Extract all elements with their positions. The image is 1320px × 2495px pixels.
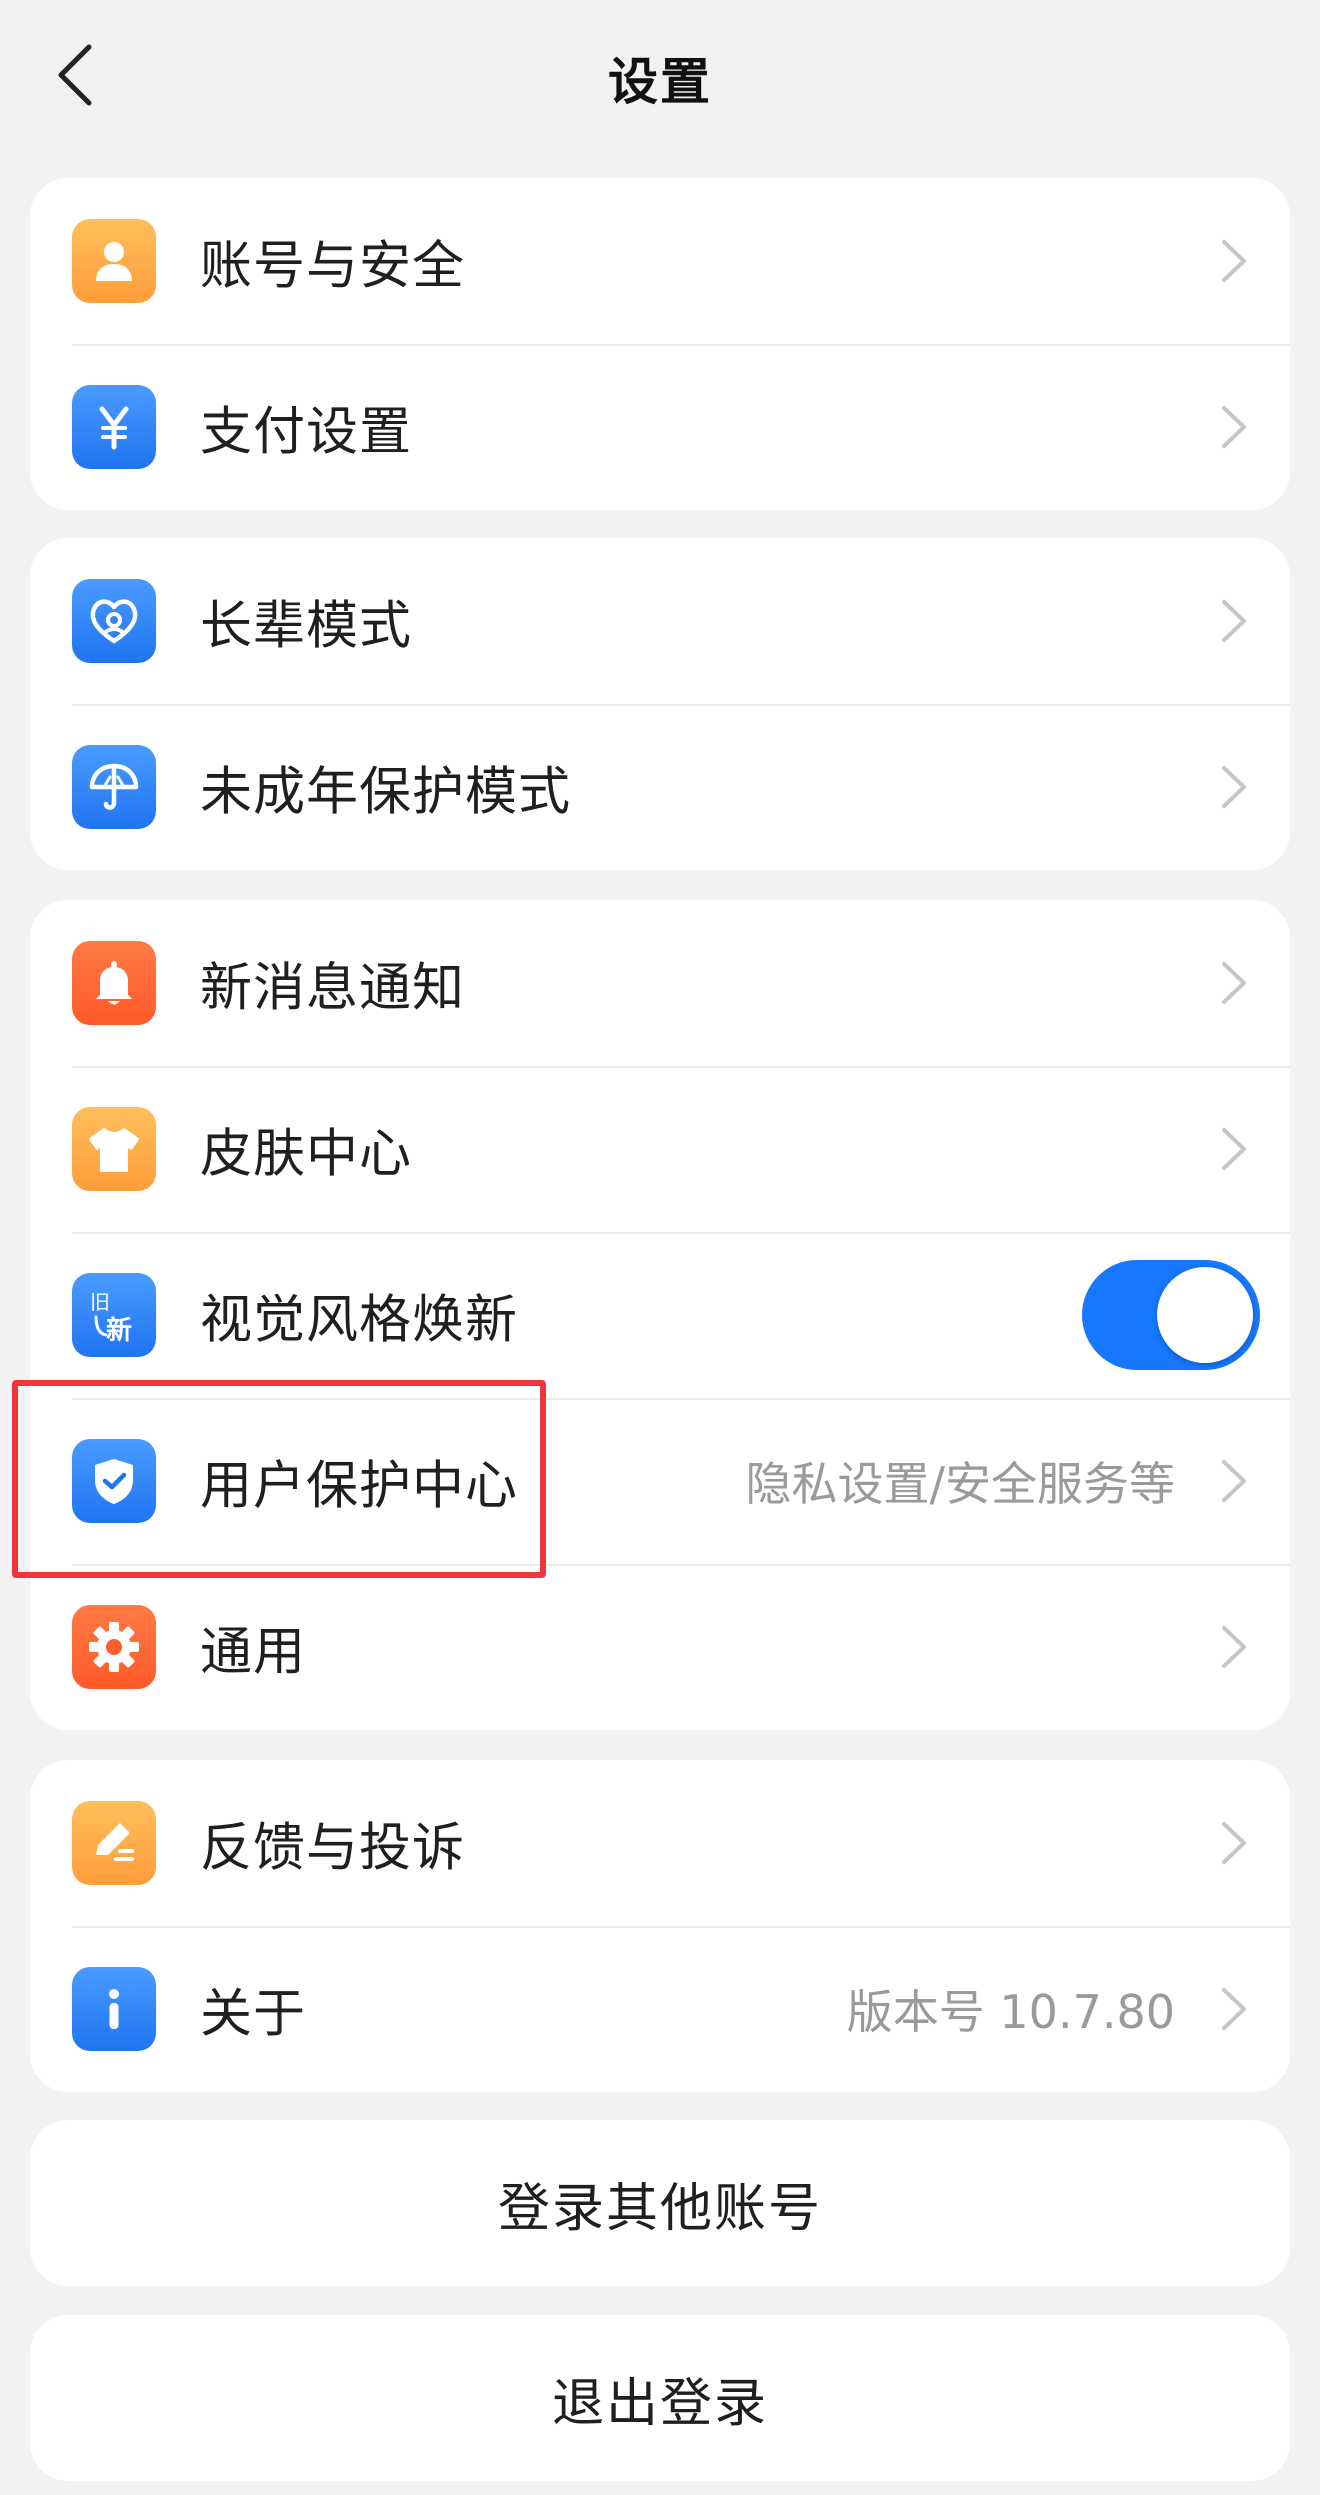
chevron-right-icon (1222, 1822, 1246, 1864)
bell-icon (72, 941, 156, 1025)
nav-bar: 设置 (0, 0, 1320, 155)
icon-text-new: 新 (106, 1315, 132, 1346)
row-account-security[interactable]: 账号与安全 (30, 178, 1290, 344)
row-label: 账号与安全 (200, 236, 466, 297)
icon-text-old: 旧 (90, 1290, 110, 1314)
logout-button[interactable]: 退出登录 (30, 2315, 1290, 2481)
row-payment-settings[interactable]: 支付设置 (30, 344, 1290, 510)
settings-page: 设置 账号与安全 支付设置 长辈模式 未成年保护模式 新消息通知 皮肤中心 旧 … (0, 0, 1320, 2495)
row-label: 用户保护中心 (200, 1456, 519, 1517)
row-label: 关于 (200, 1984, 307, 2045)
page-title: 设置 (608, 52, 712, 111)
settings-group-modes: 长辈模式 未成年保护模式 (30, 538, 1290, 870)
tshirt-icon (72, 1107, 156, 1191)
row-label: 皮肤中心 (200, 1124, 413, 1185)
row-label: 新消息通知 (200, 958, 466, 1019)
shield-check-icon (72, 1439, 156, 1523)
chevron-left-icon (58, 44, 92, 106)
toggle-knob (1157, 1267, 1253, 1363)
chevron-right-icon (1222, 1460, 1246, 1502)
chevron-right-icon (1222, 766, 1246, 808)
switch-account-button[interactable]: 登录其他账号 (30, 2120, 1290, 2286)
visual-style-toggle[interactable] (1082, 1260, 1260, 1370)
edit-pen-icon (72, 1801, 156, 1885)
heart-icon (72, 579, 156, 663)
settings-group-general: 新消息通知 皮肤中心 旧 新 视觉风格焕新 用户保护中心 隐私设置/安全服务等 … (30, 900, 1290, 1730)
row-label: 反馈与投诉 (200, 1818, 466, 1879)
gear-icon (72, 1605, 156, 1689)
chevron-right-icon (1222, 1988, 1246, 2030)
chevron-right-icon (1222, 1626, 1246, 1668)
row-label: 通用 (200, 1622, 307, 1683)
row-label: 视觉风格焕新 (200, 1290, 519, 1351)
chevron-right-icon (1222, 962, 1246, 1004)
version-text: 版本号 10.7.80 (846, 1985, 1175, 2039)
umbrella-icon (72, 745, 156, 829)
row-skin-center[interactable]: 皮肤中心 (30, 1066, 1290, 1232)
row-elder-mode[interactable]: 长辈模式 (30, 538, 1290, 704)
chevron-right-icon (1222, 600, 1246, 642)
settings-group-account: 账号与安全 支付设置 (30, 178, 1290, 510)
row-label: 长辈模式 (200, 596, 413, 657)
row-label: 未成年保护模式 (200, 762, 572, 823)
row-minor-protection[interactable]: 未成年保护模式 (30, 704, 1290, 870)
old-new-icon: 旧 新 (72, 1273, 156, 1357)
settings-group-support: 反馈与投诉 关于 版本号 10.7.80 (30, 1760, 1290, 2092)
chevron-right-icon (1222, 406, 1246, 448)
row-user-protection-center[interactable]: 用户保护中心 隐私设置/安全服务等 (30, 1398, 1290, 1564)
row-notifications[interactable]: 新消息通知 (30, 900, 1290, 1066)
yuan-icon (72, 385, 156, 469)
row-general[interactable]: 通用 (30, 1564, 1290, 1730)
chevron-right-icon (1222, 1128, 1246, 1170)
row-subtext: 隐私设置/安全服务等 (745, 1457, 1176, 1511)
row-visual-style[interactable]: 旧 新 视觉风格焕新 (30, 1232, 1290, 1398)
row-feedback[interactable]: 反馈与投诉 (30, 1760, 1290, 1926)
chevron-right-icon (1222, 240, 1246, 282)
row-label: 支付设置 (200, 402, 413, 463)
user-icon (72, 219, 156, 303)
info-icon (72, 1967, 156, 2051)
row-about[interactable]: 关于 版本号 10.7.80 (30, 1926, 1290, 2092)
back-button[interactable] (30, 30, 120, 120)
